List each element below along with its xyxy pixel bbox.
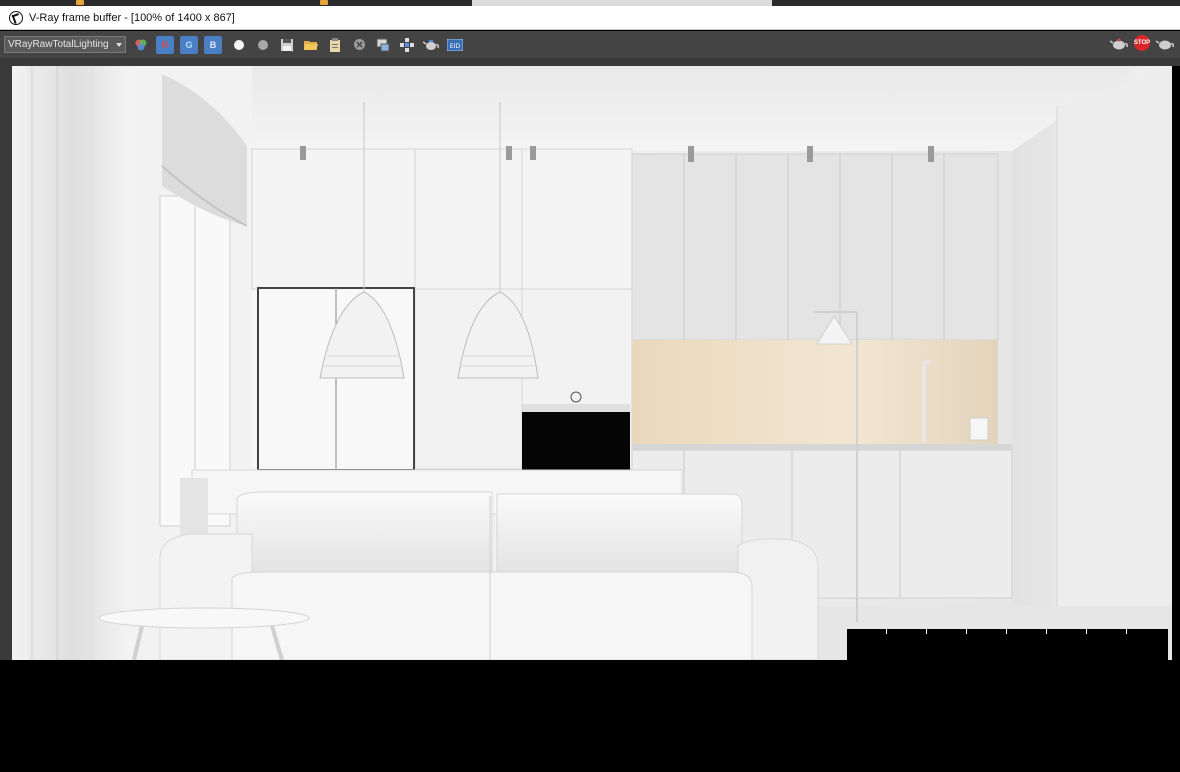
clipboard-icon[interactable] (326, 36, 344, 54)
vray-logo-icon (9, 10, 23, 25)
green-channel-button[interactable]: G (180, 35, 198, 54)
viewport-border (1172, 66, 1180, 772)
window-title: V-Ray frame buffer - [100% of 1400 x 867… (29, 11, 235, 24)
render-channel-dropdown[interactable]: VRayRawTotalLighting (4, 36, 126, 53)
kitchen-render-image (12, 66, 1172, 660)
stop-button[interactable]: STOP (1134, 35, 1150, 51)
gray-circle-icon[interactable] (254, 36, 272, 54)
open-folder-icon[interactable] (302, 36, 320, 54)
window-title-bar: V-Ray frame buffer - [100% of 1400 x 867… (0, 6, 1180, 30)
vfb-toolbar: VRayRawTotalLighting R G B EID STOP (0, 31, 1180, 58)
track-mouse-icon[interactable] (374, 36, 392, 54)
rendered-image[interactable] (12, 66, 1172, 660)
app-icon[interactable] (320, 0, 328, 5)
svg-text:EID: EID (450, 43, 461, 50)
interactive-render-icon[interactable] (1156, 35, 1174, 53)
chevron-down-icon (116, 43, 122, 47)
unrendered-area (12, 660, 1172, 772)
render-icon[interactable] (1110, 35, 1128, 53)
render-teapot-icon[interactable] (422, 36, 440, 54)
app-icon[interactable] (76, 0, 84, 5)
render-bucket-region (847, 629, 1168, 660)
blue-channel-button[interactable]: B (204, 35, 222, 54)
region-render-icon[interactable] (398, 36, 416, 54)
render-viewport[interactable] (0, 58, 1180, 772)
viewport-border (0, 660, 12, 772)
render-channel-value: VRayRawTotalLighting (8, 39, 109, 50)
clear-image-icon[interactable] (350, 36, 368, 54)
save-image-icon[interactable] (278, 36, 296, 54)
render-controls: STOP (1110, 35, 1174, 53)
red-channel-button[interactable]: R (156, 35, 174, 54)
color-channels-icon[interactable] (132, 36, 150, 54)
white-circle-icon[interactable] (230, 36, 248, 54)
vfb-history-icon[interactable]: EID (446, 36, 464, 54)
